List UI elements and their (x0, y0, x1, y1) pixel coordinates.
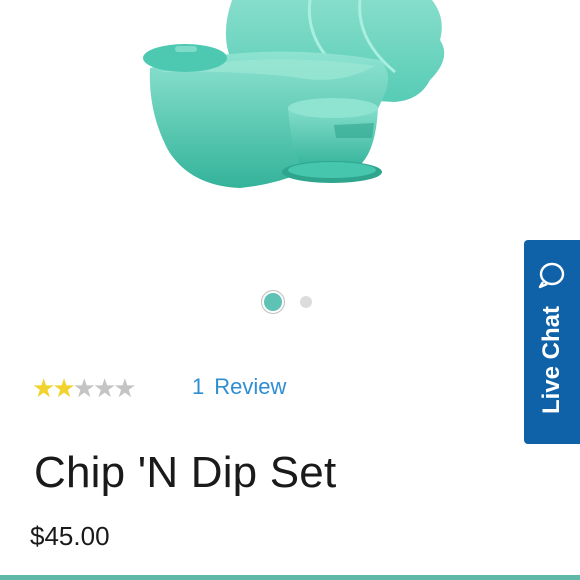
carousel-dots (264, 293, 324, 313)
star-empty-icon: ★ (92, 374, 116, 404)
star-filled-icon: ★ (52, 374, 75, 404)
live-chat-button[interactable]: Live Chat (524, 240, 580, 444)
product-image[interactable] (0, 0, 580, 290)
product-title: Chip 'N Dip Set (34, 448, 337, 497)
reviews-link[interactable]: 1 Review (192, 374, 286, 400)
carousel-dot-2[interactable] (300, 296, 312, 308)
star-rating: ★ ★ ★ ★ ★ (32, 373, 137, 405)
review-count: 1 (192, 374, 205, 399)
carousel-dot-1[interactable] (264, 293, 282, 311)
product-price: $45.00 (30, 521, 110, 551)
accent-divider (0, 575, 580, 580)
review-label: Review (214, 374, 287, 399)
live-chat-label: Live Chat (538, 305, 565, 415)
star-filled-icon: ★ (32, 374, 55, 404)
star-empty-icon: ★ (113, 374, 136, 404)
star-empty-icon: ★ (72, 374, 96, 404)
chat-bubble-icon (537, 260, 567, 290)
